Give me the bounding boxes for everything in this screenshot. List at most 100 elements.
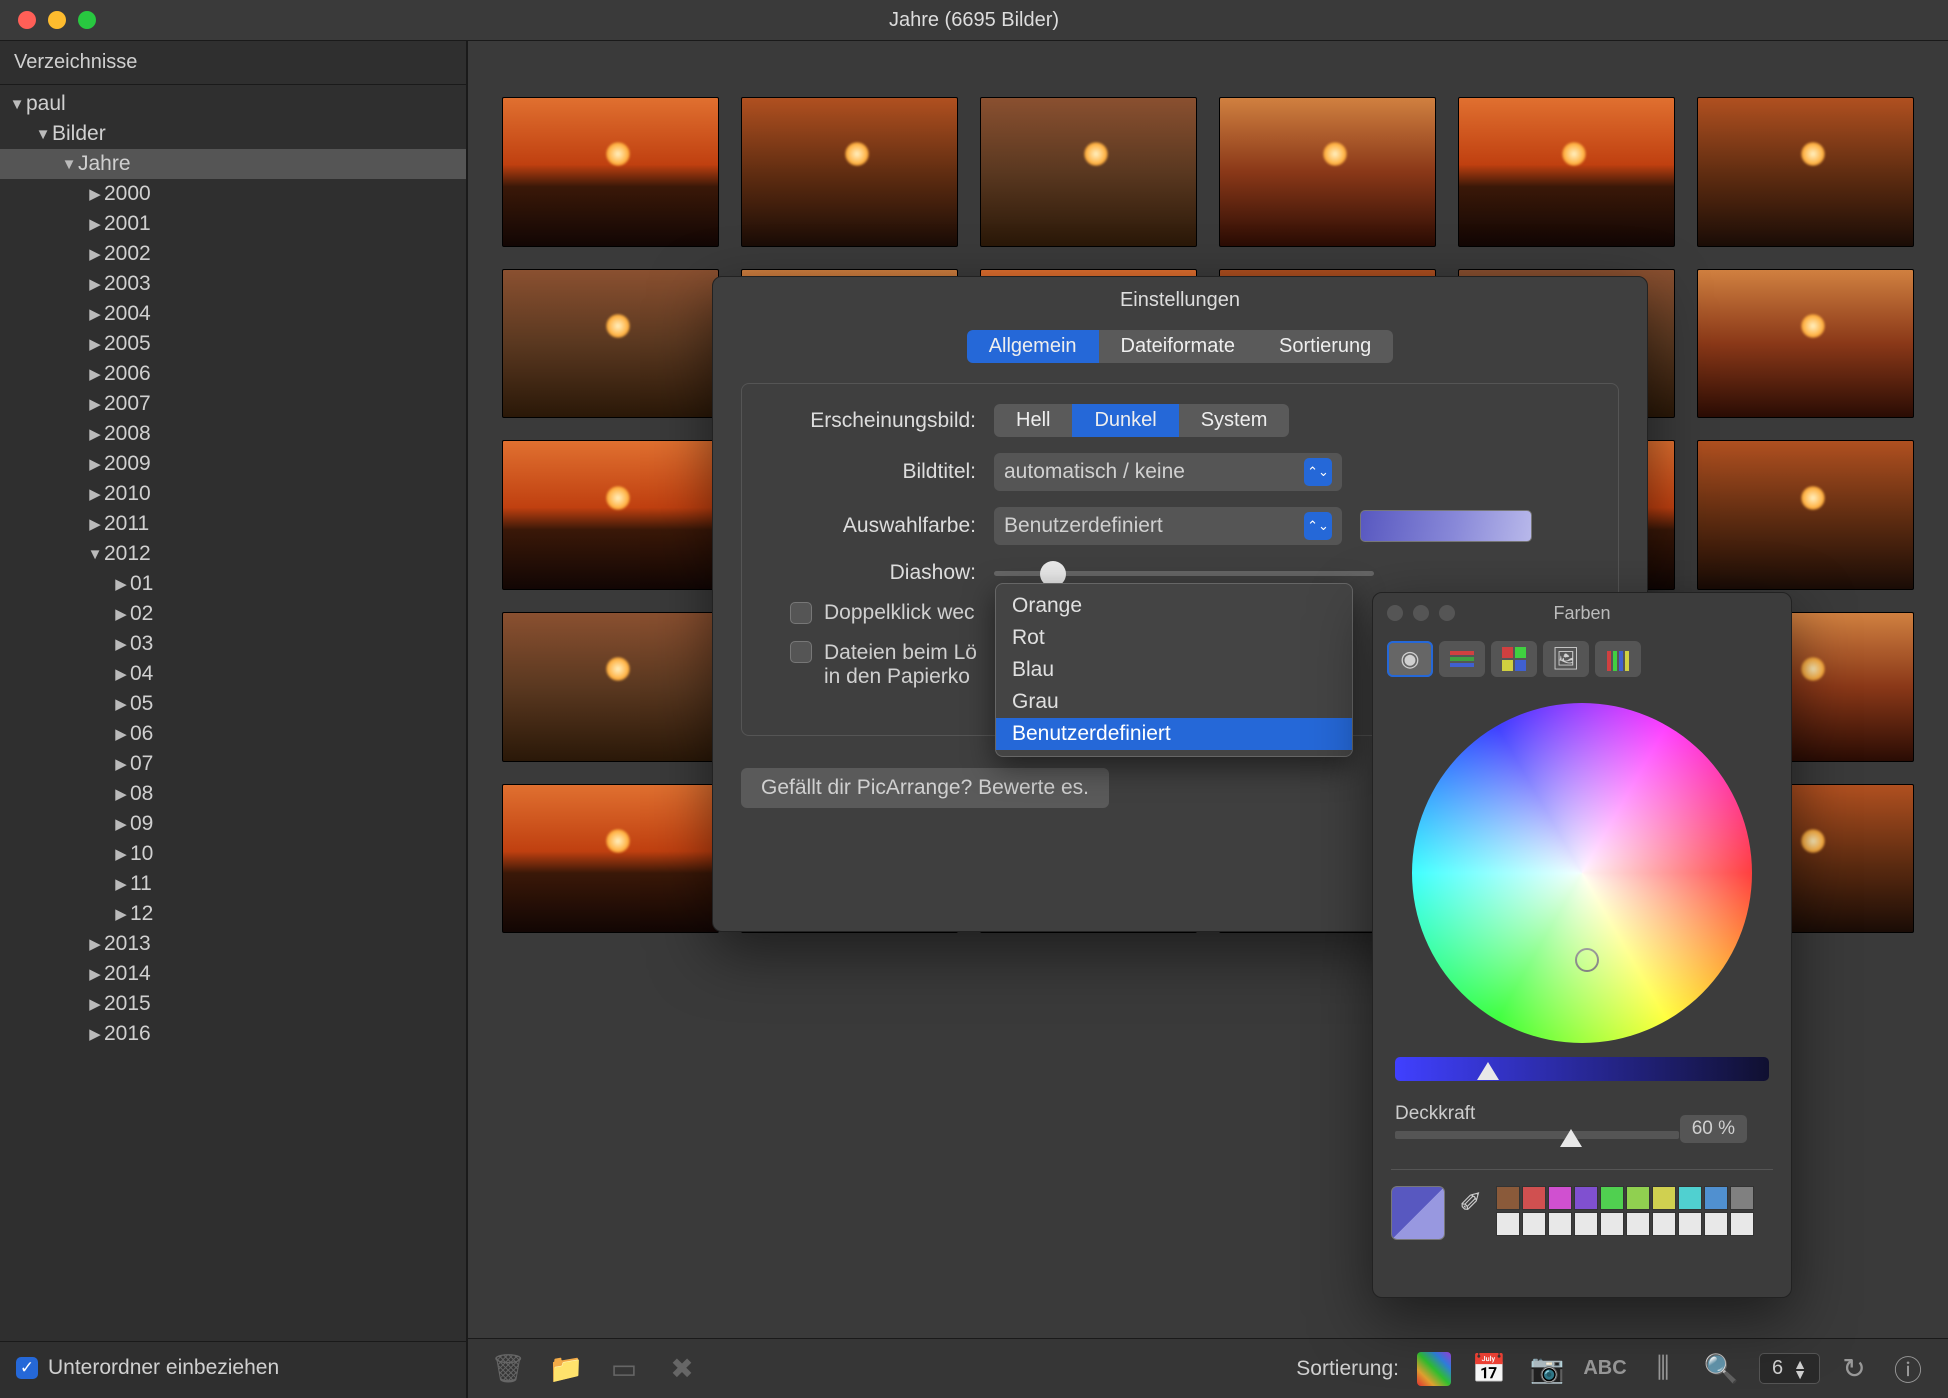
thumbnail[interactable] <box>502 612 719 762</box>
tree-item-2001[interactable]: ▶2001 <box>0 209 466 239</box>
color-wheel-cursor[interactable] <box>1575 948 1599 972</box>
color-swatch[interactable] <box>1626 1212 1650 1236</box>
slideshow-slider[interactable] <box>994 571 1374 576</box>
sort-bars-icon[interactable]: ⫼ <box>1643 1349 1683 1389</box>
tree-item-03[interactable]: ▶03 <box>0 629 466 659</box>
tree-item-08[interactable]: ▶08 <box>0 779 466 809</box>
thumbnail[interactable] <box>1458 97 1675 247</box>
color-swatch[interactable] <box>1548 1212 1572 1236</box>
sort-date-modified-icon[interactable]: 📅 <box>1469 1349 1509 1389</box>
disclosure-right-icon[interactable]: ▶ <box>112 575 130 593</box>
disclosure-right-icon[interactable]: ▶ <box>112 905 130 923</box>
tree-item-2008[interactable]: ▶2008 <box>0 419 466 449</box>
thumbnail[interactable] <box>741 97 958 247</box>
color-swatch[interactable] <box>1652 1186 1676 1210</box>
eyedropper-icon[interactable]: ✐ <box>1459 1186 1482 1219</box>
tree-item-05[interactable]: ▶05 <box>0 689 466 719</box>
trash-icon[interactable]: 🗑 <box>488 1349 528 1389</box>
appearance-dark[interactable]: Dunkel <box>1072 404 1178 437</box>
tab-formats[interactable]: Dateiformate <box>1099 330 1258 363</box>
color-swatch[interactable] <box>1600 1212 1624 1236</box>
tree-item-jahre[interactable]: ▼Jahre <box>0 149 466 179</box>
disclosure-right-icon[interactable]: ▶ <box>86 305 104 323</box>
tree-item-09[interactable]: ▶09 <box>0 809 466 839</box>
disclosure-right-icon[interactable]: ▶ <box>112 665 130 683</box>
color-swatch[interactable] <box>1522 1186 1546 1210</box>
appearance-light[interactable]: Hell <box>994 404 1072 437</box>
delete-to-trash-checkbox[interactable] <box>790 641 812 663</box>
folder-icon[interactable]: 📁 <box>546 1349 586 1389</box>
disclosure-down-icon[interactable]: ▼ <box>86 546 104 563</box>
cancel-icon[interactable]: ✖ <box>662 1349 702 1389</box>
tree-item-2010[interactable]: ▶2010 <box>0 479 466 509</box>
thumbnail[interactable] <box>1697 269 1914 419</box>
color-mode-tabs[interactable]: ◉ 🖼 <box>1373 633 1791 685</box>
settings-tabs[interactable]: Allgemein Dateiformate Sortierung <box>967 330 1394 363</box>
sort-name-icon[interactable]: ABC <box>1585 1349 1625 1389</box>
tree-item-02[interactable]: ▶02 <box>0 599 466 629</box>
tree-item-2016[interactable]: ▶2016 <box>0 1019 466 1049</box>
disclosure-right-icon[interactable]: ▶ <box>112 635 130 653</box>
color-swatch[interactable] <box>1522 1212 1546 1236</box>
thumbnail[interactable] <box>502 784 719 934</box>
stepper-arrows-icon[interactable]: ▲▼ <box>1793 1359 1807 1379</box>
disclosure-right-icon[interactable]: ▶ <box>86 215 104 233</box>
disclosure-down-icon[interactable]: ▼ <box>8 96 26 113</box>
brightness-slider[interactable] <box>1395 1057 1769 1081</box>
tree-item-12[interactable]: ▶12 <box>0 899 466 929</box>
tree-item-01[interactable]: ▶01 <box>0 569 466 599</box>
disclosure-right-icon[interactable]: ▶ <box>86 1025 104 1043</box>
disclosure-right-icon[interactable]: ▶ <box>112 725 130 743</box>
disclosure-right-icon[interactable]: ▶ <box>86 455 104 473</box>
maximize-window-button[interactable] <box>78 11 96 29</box>
info-icon[interactable]: ⓘ <box>1888 1349 1928 1389</box>
color-swatch[interactable] <box>1600 1186 1624 1210</box>
color-swatch-grid[interactable] <box>1496 1186 1754 1236</box>
thumbnail[interactable] <box>502 97 719 247</box>
selection-color-swatch[interactable] <box>1360 510 1532 542</box>
disclosure-right-icon[interactable]: ▶ <box>112 875 130 893</box>
disclosure-right-icon[interactable]: ▶ <box>86 425 104 443</box>
color-wheel-mode-icon[interactable]: ◉ <box>1387 641 1433 677</box>
tree-item-2000[interactable]: ▶2000 <box>0 179 466 209</box>
tab-general[interactable]: Allgemein <box>967 330 1099 363</box>
selection-color-select[interactable]: Benutzerdefiniert ⌃⌄ <box>994 507 1342 545</box>
color-swatch[interactable] <box>1626 1186 1650 1210</box>
tree-item-2006[interactable]: ▶2006 <box>0 359 466 389</box>
tree-item-07[interactable]: ▶07 <box>0 749 466 779</box>
folder-tree[interactable]: ▼paul▼Bilder▼Jahre▶2000▶2001▶2002▶2003▶2… <box>0 85 466 1341</box>
disclosure-right-icon[interactable]: ▶ <box>112 785 130 803</box>
disclosure-right-icon[interactable]: ▶ <box>86 935 104 953</box>
disclosure-right-icon[interactable]: ▶ <box>112 845 130 863</box>
opacity-value[interactable]: 60 % <box>1680 1115 1747 1143</box>
disclosure-right-icon[interactable]: ▶ <box>86 965 104 983</box>
color-palette-mode-icon[interactable] <box>1491 641 1537 677</box>
disclosure-right-icon[interactable]: ▶ <box>86 365 104 383</box>
dropdown-item-benutzerdefiniert[interactable]: Benutzerdefiniert <box>996 718 1352 750</box>
doubleclick-checkbox[interactable] <box>790 602 812 624</box>
close-window-button[interactable] <box>18 11 36 29</box>
tree-item-06[interactable]: ▶06 <box>0 719 466 749</box>
color-wheel[interactable] <box>1412 703 1752 1043</box>
color-swatch[interactable] <box>1652 1212 1676 1236</box>
selection-color-dropdown[interactable]: OrangeRotBlauGrauBenutzerdefiniert <box>995 583 1353 757</box>
disclosure-right-icon[interactable]: ▶ <box>86 185 104 203</box>
tab-sorting[interactable]: Sortierung <box>1257 330 1393 363</box>
tree-item-2015[interactable]: ▶2015 <box>0 989 466 1019</box>
tree-item-paul[interactable]: ▼paul <box>0 89 466 119</box>
disclosure-right-icon[interactable]: ▶ <box>112 815 130 833</box>
disclosure-right-icon[interactable]: ▶ <box>112 695 130 713</box>
color-swatch[interactable] <box>1730 1186 1754 1210</box>
rate-app-button[interactable]: Gefällt dir PicArrange? Bewerte es. <box>741 768 1109 808</box>
disclosure-right-icon[interactable]: ▶ <box>86 245 104 263</box>
search-icon[interactable]: 🔍 <box>1701 1349 1741 1389</box>
tree-item-2007[interactable]: ▶2007 <box>0 389 466 419</box>
dropdown-item-grau[interactable]: Grau <box>996 686 1352 718</box>
disclosure-right-icon[interactable]: ▶ <box>86 335 104 353</box>
thumbnail[interactable] <box>502 269 719 419</box>
tree-item-2013[interactable]: ▶2013 <box>0 929 466 959</box>
tree-item-2004[interactable]: ▶2004 <box>0 299 466 329</box>
color-swatch[interactable] <box>1574 1212 1598 1236</box>
color-sliders-mode-icon[interactable] <box>1439 641 1485 677</box>
disclosure-right-icon[interactable]: ▶ <box>86 485 104 503</box>
